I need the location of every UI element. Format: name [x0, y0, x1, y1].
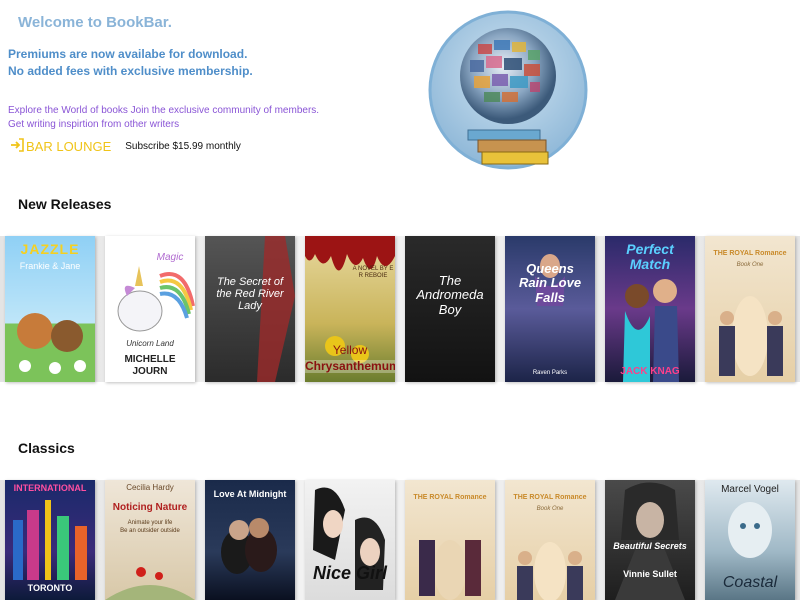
book-card[interactable]: INTERNATIONAL TORONTO	[0, 480, 100, 600]
book-title: JAZZLE	[20, 241, 80, 257]
book-card[interactable]: Perfect Match JACK KNAG	[600, 236, 700, 382]
book-card[interactable]: Nice Girl	[300, 480, 400, 600]
book-cover[interactable]: INTERNATIONAL TORONTO	[5, 480, 95, 600]
book-card[interactable]: JAZZLE Frankie & Jane	[0, 236, 100, 382]
book-card[interactable]: THE ROYAL Romance Book One	[500, 480, 600, 600]
book-cover[interactable]: THE ROYAL Romance Book One	[705, 236, 795, 382]
book-subtitle: Be an outsider outside	[120, 528, 180, 534]
book-author: Raven Parks	[532, 370, 568, 376]
globe-books-illustration	[428, 4, 588, 176]
book-card[interactable]: The Andromeda Boy	[400, 236, 500, 382]
book-card[interactable]: Magic Unicorn Land MICHELLE JOURN	[100, 236, 200, 382]
book-subtitle: TORONTO	[27, 583, 73, 593]
new-releases-title: New Releases	[18, 196, 112, 212]
book-cover[interactable]: The Andromeda Boy	[405, 236, 495, 382]
bar-lounge-label: BAR LOUNGE	[26, 139, 112, 154]
book-cover[interactable]: THE ROYAL Romance	[405, 480, 495, 600]
book-subtitle: Book One	[536, 506, 564, 512]
book-cover[interactable]: THE ROYAL Romance Book One	[505, 480, 595, 600]
book-card[interactable]: THE ROYAL Romance Book One	[700, 236, 800, 382]
description-line-1: Explore the World of books Join the excl…	[8, 105, 320, 116]
book-title: Beautiful Secrets	[613, 541, 687, 551]
book-title: Love At Midnight	[213, 489, 287, 499]
book-card[interactable]: THE ROYAL Romance	[400, 480, 500, 600]
book-author: JACK KNAG	[620, 366, 680, 377]
hero-title: Welcome to BookBar.	[18, 14, 172, 31]
book-cover[interactable]: The Secret of the Red River Lady	[205, 236, 295, 382]
book-cover[interactable]: JAZZLE Frankie & Jane	[5, 236, 95, 382]
book-title: THE ROYAL Romance	[713, 250, 787, 257]
book-card[interactable]: A NOVEL BY E R REBOIE Yellow Chrysanthem…	[300, 236, 400, 382]
book-author: MICHELLE	[124, 354, 176, 365]
book-cover[interactable]: Nice Girl	[305, 480, 395, 600]
book-author: Cecilia Hardy	[126, 483, 174, 492]
book-cover[interactable]: Perfect Match JACK KNAG	[605, 236, 695, 382]
book-author: JOURN	[132, 366, 168, 377]
book-title: INTERNATIONAL	[13, 483, 87, 493]
classics-title: Classics	[18, 440, 75, 456]
book-title: THE ROYAL Romance	[413, 494, 487, 501]
book-title: The Andromeda Boy	[416, 273, 484, 317]
book-author: A NOVEL BY E R REBOIE	[352, 266, 394, 279]
book-title: THE ROYAL Romance	[513, 494, 587, 501]
book-author: Vinnie Sullet	[623, 569, 677, 579]
book-title: Yellow	[332, 343, 368, 357]
description-line-2: Get writing inspirtion from other writer…	[8, 119, 180, 130]
book-cover[interactable]: Beautiful Secrets Vinnie Sullet	[605, 480, 695, 600]
cta-row: BAR LOUNGE Subscribe $15.99 monthly	[10, 138, 241, 155]
book-cover[interactable]: Queens Rain Love Falls Raven Parks	[505, 236, 595, 382]
promo-line-1: Premiums are now availabe for download.	[8, 47, 248, 61]
book-card[interactable]: Queens Rain Love Falls Raven Parks	[500, 236, 600, 382]
book-card[interactable]: Beautiful Secrets Vinnie Sullet	[600, 480, 700, 600]
book-title: The Secret of the Red River Lady	[216, 276, 284, 313]
book-title: Nice Girl	[312, 563, 388, 583]
book-cover[interactable]: Cecilia Hardy Noticing Nature Animate yo…	[105, 480, 195, 600]
book-title: Noticing Nature	[112, 502, 188, 513]
book-title: Coastal	[722, 574, 778, 591]
book-subtitle: Book One	[736, 262, 764, 268]
book-author: Marcel Vogel	[721, 484, 779, 495]
book-subtitle: Animate your life	[127, 520, 173, 526]
book-subtitle: Frankie & Jane	[19, 261, 81, 271]
book-card[interactable]: Marcel Vogel Coastal	[700, 480, 800, 600]
sign-in-icon	[10, 138, 24, 155]
book-cover[interactable]: Love At Midnight	[205, 480, 295, 600]
book-cover[interactable]: A NOVEL BY E R REBOIE Yellow Chrysanthem…	[305, 236, 395, 382]
promo-line-2: No added fees with exclusive membership.	[8, 64, 253, 78]
book-subtitle: Unicorn Land	[126, 339, 174, 348]
book-title: Magic	[156, 252, 184, 263]
book-title: Queens Rain Love Falls	[518, 261, 582, 305]
book-cover[interactable]: Marcel Vogel Coastal	[705, 480, 795, 600]
book-card[interactable]: Cecilia Hardy Noticing Nature Animate yo…	[100, 480, 200, 600]
description-text: Explore the World of books Join the excl…	[8, 104, 319, 132]
book-title: Perfect Match	[626, 241, 674, 273]
book-cover[interactable]: Magic Unicorn Land MICHELLE JOURN	[105, 236, 195, 382]
book-card[interactable]: Love At Midnight	[200, 480, 300, 600]
subscribe-text: Subscribe $15.99 monthly	[125, 141, 241, 152]
bar-lounge-link[interactable]: BAR LOUNGE	[10, 138, 111, 155]
book-card[interactable]: The Secret of the Red River Lady	[200, 236, 300, 382]
new-releases-shelf: JAZZLE Frankie & Jane Magic Unicorn Land…	[0, 236, 800, 382]
promo-text: Premiums are now availabe for download. …	[8, 46, 253, 80]
classics-shelf: INTERNATIONAL TORONTO Cecilia Hardy Noti…	[0, 480, 800, 600]
book-title: Chrysanthemums	[305, 359, 395, 374]
